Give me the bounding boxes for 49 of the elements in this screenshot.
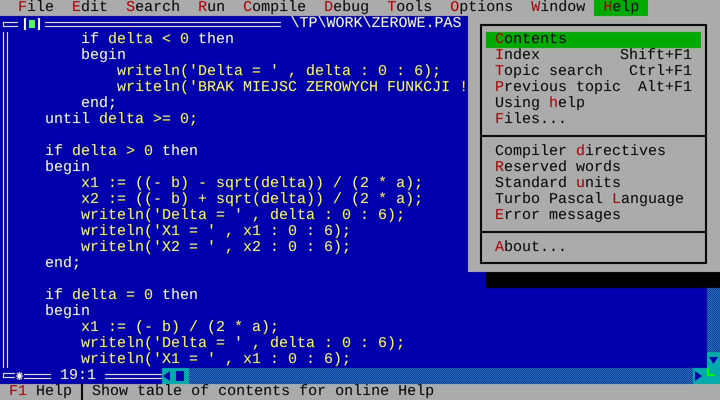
code-line: x1 := (- b) / (2 * a); bbox=[80, 320, 280, 336]
menu-item[interactable]: Window bbox=[522, 0, 594, 16]
menu-item[interactable]: Search bbox=[117, 0, 190, 16]
horizontal-scrollbar[interactable] bbox=[162, 368, 705, 384]
status-message: Show table of contents for online Help bbox=[92, 384, 434, 400]
menu-item[interactable]: Turbo Pascal Language bbox=[486, 192, 701, 208]
code-line: writeln('X1 = ' , x1 : 0 : 6); bbox=[80, 352, 352, 368]
menu-item[interactable]: File bbox=[9, 0, 64, 16]
menu-item[interactable]: Options bbox=[441, 0, 522, 16]
code-line: writeln('BRAK MIEJSC ZEROWYCH FUNKCJI ! bbox=[116, 80, 468, 96]
code-line: x2 := ((- b) + sqrt(delta)) / (2 * a); bbox=[80, 192, 424, 208]
menu-item[interactable]: Standard units bbox=[486, 176, 701, 192]
menu-item[interactable]: Topic search Ctrl+F1 bbox=[486, 64, 701, 80]
menu-item[interactable]: Compile bbox=[234, 0, 316, 16]
code-line: until delta >= 0; bbox=[44, 112, 198, 128]
code-line: begin bbox=[44, 160, 90, 176]
cursor-position: 19:1 bbox=[59, 368, 98, 384]
code-line: x1 := ((- b) - sqrt(delta)) / (2 * a); bbox=[80, 176, 424, 192]
help-key[interactable]: F1 Help bbox=[9, 384, 72, 400]
code-line: if delta > 0 then bbox=[44, 144, 198, 160]
code-line: if delta < 0 then bbox=[80, 32, 234, 48]
menu-item[interactable]: Previous topic Alt+F1 bbox=[486, 80, 701, 96]
code-line: end; bbox=[80, 96, 118, 112]
menu-item[interactable]: Tools bbox=[378, 0, 442, 16]
menu-item[interactable]: About... bbox=[486, 240, 701, 256]
code-line: writeln('Delta = ' , delta : 0 : 6); bbox=[80, 208, 406, 224]
menu-item[interactable]: Error messages bbox=[486, 208, 701, 224]
menu-item[interactable]: Using help bbox=[486, 96, 701, 112]
menu-item[interactable]: Compiler directives bbox=[486, 144, 701, 160]
code-line: end; bbox=[44, 256, 82, 272]
menu-item[interactable]: Reserved words bbox=[486, 160, 701, 176]
window-title: \TP\WORK\ZEROWE.PAS bbox=[289, 16, 463, 32]
menu-item[interactable]: Files... bbox=[486, 112, 701, 128]
menu-item[interactable]: Help bbox=[594, 0, 648, 16]
scroll-thumb[interactable] bbox=[171, 368, 189, 384]
code-line: writeln('Delta = ' , delta : 0 : 6); bbox=[80, 336, 406, 352]
code-line: writeln('X2 = ' , x2 : 0 : 6); bbox=[80, 240, 352, 256]
code-line: writeln('X1 = ' , x1 : 0 : 6); bbox=[80, 224, 352, 240]
right-arrow-icon[interactable] bbox=[693, 368, 705, 384]
menu-item[interactable]: Edit bbox=[63, 0, 118, 16]
code-line: if delta = 0 then bbox=[44, 288, 198, 304]
code-line: writeln('Delta = ' , delta : 0 : 6); bbox=[116, 64, 442, 80]
left-arrow-icon[interactable] bbox=[162, 368, 171, 384]
code-line: begin bbox=[80, 48, 126, 64]
menu-item[interactable]: Contents bbox=[486, 32, 701, 48]
code-line: begin bbox=[44, 304, 90, 320]
menu-item[interactable]: Run bbox=[189, 0, 234, 16]
menu-item[interactable]: Debug bbox=[315, 0, 378, 16]
menu-item[interactable]: Index Shift+F1 bbox=[486, 48, 701, 64]
